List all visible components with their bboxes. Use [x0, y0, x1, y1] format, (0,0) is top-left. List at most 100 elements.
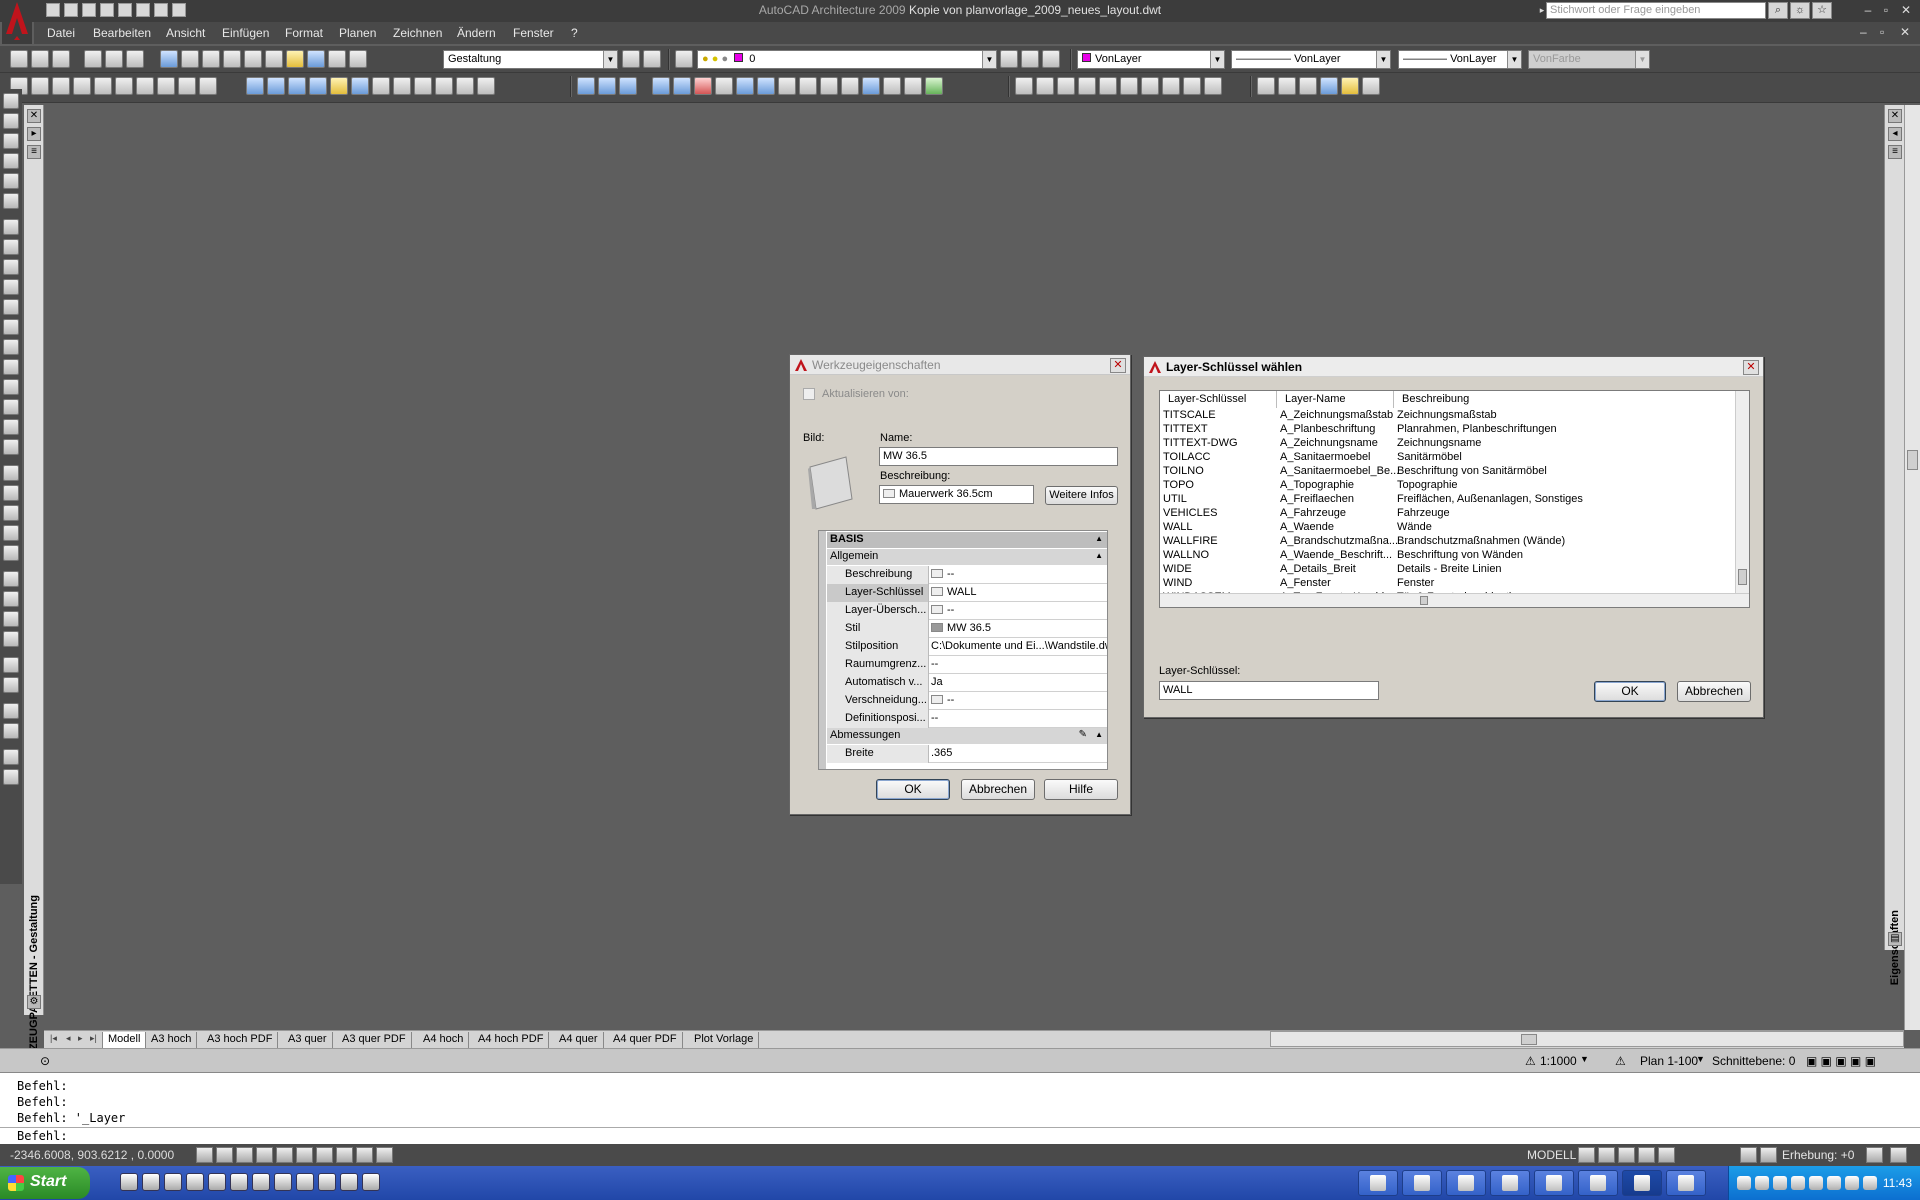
- brush-icon[interactable]: [3, 219, 19, 235]
- target-icon[interactable]: ⊙: [40, 1054, 50, 1068]
- chevron-down-icon[interactable]: ▼: [1376, 51, 1390, 68]
- property-value[interactable]: --: [931, 658, 1107, 670]
- elevation-value[interactable]: Erhebung: +0: [1782, 1148, 1854, 1162]
- space-tool-icon[interactable]: [3, 571, 19, 587]
- task-firefox[interactable]: [1534, 1170, 1574, 1196]
- ok-button[interactable]: OK: [1594, 681, 1666, 702]
- cut-plane-value[interactable]: Schnittebene: 0: [1712, 1054, 1795, 1068]
- torus-icon[interactable]: [136, 77, 154, 95]
- lineweight-toggle-icon[interactable]: [356, 1147, 373, 1163]
- showmotion-icon[interactable]: [1658, 1147, 1675, 1163]
- close-icon[interactable]: ✕: [1110, 358, 1126, 373]
- collapse-icon[interactable]: ▲: [1095, 534, 1103, 543]
- navigate-icon[interactable]: [393, 77, 411, 95]
- dyn-icon[interactable]: [336, 1147, 353, 1163]
- plan-value[interactable]: Plan 1-100: [1640, 1054, 1698, 1068]
- menu-aendern[interactable]: Ändern: [457, 26, 496, 40]
- chevron-down-icon[interactable]: ▼: [1507, 51, 1521, 68]
- wireframe-icon[interactable]: [477, 77, 495, 95]
- list-vertical-scrollbar[interactable]: [1735, 391, 1749, 594]
- app-stack2-icon[interactable]: [208, 1173, 226, 1191]
- property-row[interactable]: Definitionsposi... --: [827, 710, 1107, 728]
- layer-key-row[interactable]: TOPO A_Topographie Topographie: [1160, 479, 1735, 493]
- ortho-icon[interactable]: [236, 1147, 253, 1163]
- property-row[interactable]: Breite .365: [827, 745, 1107, 763]
- search-icon[interactable]: ⌕: [1768, 2, 1788, 19]
- pan-icon[interactable]: [349, 50, 367, 68]
- cone-icon[interactable]: [73, 77, 91, 95]
- orbit-icon[interactable]: [372, 77, 390, 95]
- fillet-obj-icon[interactable]: [3, 439, 19, 455]
- command-input[interactable]: Befehl:: [0, 1127, 1920, 1145]
- chevron-down-icon[interactable]: ▼: [1696, 1054, 1705, 1064]
- eraser-icon[interactable]: [202, 50, 220, 68]
- tool-palette-strip[interactable]: ✕ ▸ ≡ WERKZEUGPALETTEN - Gestaltung ⚙: [24, 105, 44, 1084]
- copy-icon[interactable]: [244, 50, 262, 68]
- tool-properties-titlebar[interactable]: Werkzeugeigenschaften ✕: [790, 355, 1130, 375]
- property-row[interactable]: Layer-Schlüssel WALL: [827, 584, 1107, 602]
- visual-style-icon[interactable]: [435, 77, 453, 95]
- menu-format[interactable]: Format: [285, 26, 323, 40]
- layer-manager-icon[interactable]: [675, 50, 693, 68]
- annotation-visibility-icon[interactable]: ⚠: [1615, 1054, 1626, 1068]
- rectangle-icon[interactable]: [3, 133, 19, 149]
- app-stack3-icon[interactable]: [230, 1173, 248, 1191]
- property-value[interactable]: C:\Dokumente und Ei...\Wandstile.dwg: [931, 640, 1107, 652]
- project-icon[interactable]: [340, 1173, 358, 1191]
- wall-tool-icon[interactable]: [3, 465, 19, 481]
- layer-key-row[interactable]: VEHICLES A_Fahrzeuge Fahrzeuge: [1160, 507, 1735, 521]
- polar-icon[interactable]: [256, 1147, 273, 1163]
- chevron-down-icon[interactable]: ▼: [1580, 1054, 1589, 1064]
- iso-sw-icon[interactable]: [1015, 77, 1033, 95]
- section-dimensions[interactable]: Abmessungen ✎ ▲: [827, 728, 1107, 744]
- render-icon[interactable]: [414, 77, 432, 95]
- clock[interactable]: 11:43: [1883, 1176, 1912, 1190]
- section-tool-icon[interactable]: [3, 657, 19, 673]
- layer-key-list[interactable]: Layer-Schlüssel Layer-Name Beschreibung …: [1159, 390, 1750, 608]
- layer-select[interactable]: ● ● ● 0 ▼: [697, 50, 997, 69]
- menu-datei[interactable]: Datei: [47, 26, 75, 40]
- lineweight-select[interactable]: ———— VonLayer ▼: [1398, 50, 1522, 69]
- layer-key-row[interactable]: TITSCALE A_Zeichnungsmaßstab Zeichnungsmaß…: [1160, 409, 1735, 423]
- view-back-icon[interactable]: [1120, 77, 1138, 95]
- rotate-icon[interactable]: [799, 77, 817, 95]
- pyramid-icon[interactable]: [52, 77, 70, 95]
- ellipse-icon[interactable]: [3, 193, 19, 209]
- qp-icon[interactable]: [376, 1147, 393, 1163]
- palette-autohide-icon[interactable]: ▸: [27, 127, 41, 141]
- clean-screen-icon[interactable]: [1866, 1147, 1883, 1163]
- visual-2d-icon[interactable]: [1141, 77, 1159, 95]
- close-icon[interactable]: ✕: [1743, 360, 1759, 375]
- stretch-icon[interactable]: [841, 77, 859, 95]
- model-space-toggle[interactable]: MODELL: [1527, 1148, 1576, 1162]
- task-messenger[interactable]: [1358, 1170, 1398, 1196]
- tag-tool-icon[interactable]: [3, 723, 19, 739]
- property-value[interactable]: .365: [931, 747, 1107, 759]
- vertical-scrollbar[interactable]: [1904, 105, 1920, 1030]
- extrude-icon[interactable]: [199, 77, 217, 95]
- property-value[interactable]: --: [931, 604, 1107, 616]
- vertical-scroll-thumb[interactable]: [1907, 450, 1918, 470]
- horizontal-scrollbar[interactable]: [1270, 1031, 1904, 1047]
- close-icon[interactable]: ✕: [1896, 2, 1916, 19]
- qnew-icon[interactable]: [10, 50, 28, 68]
- collapse-icon[interactable]: ▲: [1095, 551, 1103, 560]
- color-select[interactable]: VonLayer ▼: [1077, 50, 1225, 69]
- update-from-checkbox[interactable]: [803, 388, 815, 400]
- stair-tool-icon[interactable]: [3, 525, 19, 541]
- layout-tab[interactable]: Plot Vorlage: [689, 1032, 760, 1048]
- mirror-obj-icon[interactable]: [3, 259, 19, 275]
- chevron-down-icon[interactable]: ▼: [1210, 51, 1224, 68]
- chamfer-icon[interactable]: [904, 77, 922, 95]
- autocad-quick-icon[interactable]: [252, 1173, 270, 1191]
- layer-key-titlebar[interactable]: Layer-Schlüssel wählen ✕: [1144, 357, 1763, 377]
- last-tab-icon[interactable]: ▸|: [90, 1033, 97, 1044]
- column-header-description[interactable]: Beschreibung: [1394, 391, 1737, 408]
- property-value[interactable]: MW 36.5: [931, 622, 1107, 634]
- menu-planen[interactable]: Planen: [339, 26, 376, 40]
- more-info-button[interactable]: Weitere Infos: [1045, 486, 1118, 505]
- extend-obj-icon[interactable]: [3, 399, 19, 415]
- task-folder[interactable]: [1490, 1170, 1530, 1196]
- palette-close-icon[interactable]: ✕: [27, 109, 41, 123]
- tray-icon[interactable]: [1773, 1176, 1787, 1190]
